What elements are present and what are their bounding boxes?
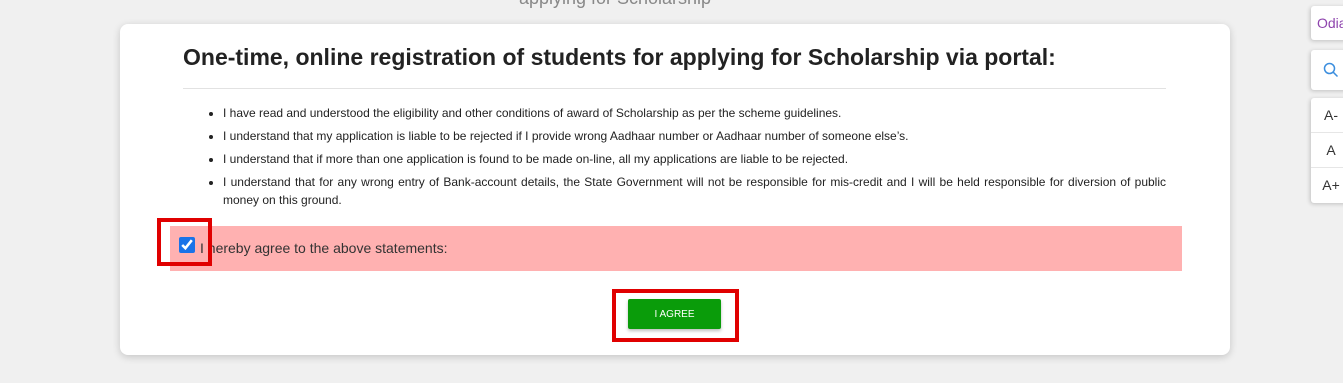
registration-card: One-time, online registration of student…	[120, 24, 1230, 355]
search-button[interactable]	[1311, 50, 1343, 90]
page-title: One-time, online registration of student…	[183, 44, 1056, 70]
agree-statement-bar: I hereby agree to the above statements:	[170, 226, 1182, 271]
button-highlight-box	[612, 289, 739, 342]
terms-list-item: I have read and understood the eligibili…	[223, 104, 1166, 122]
font-size-controls: A- A A+	[1311, 98, 1343, 203]
font-normal-button[interactable]: A	[1311, 133, 1343, 168]
checkbox-highlight-box	[157, 218, 212, 266]
background-header-text: applying for Scholarship	[0, 0, 1230, 9]
divider	[183, 88, 1166, 89]
terms-list-item: I understand that my application is liab…	[223, 127, 1166, 145]
terms-list-item: I understand that if more than one appli…	[223, 150, 1166, 168]
font-increase-button[interactable]: A+	[1311, 168, 1343, 202]
agree-label: I hereby agree to the above statements:	[200, 240, 448, 256]
language-toggle[interactable]: Odia	[1311, 6, 1343, 40]
terms-list-item: I understand that for any wrong entry of…	[223, 173, 1166, 209]
search-icon	[1323, 62, 1339, 78]
font-decrease-button[interactable]: A-	[1311, 98, 1343, 133]
terms-list: I have read and understood the eligibili…	[183, 104, 1166, 214]
